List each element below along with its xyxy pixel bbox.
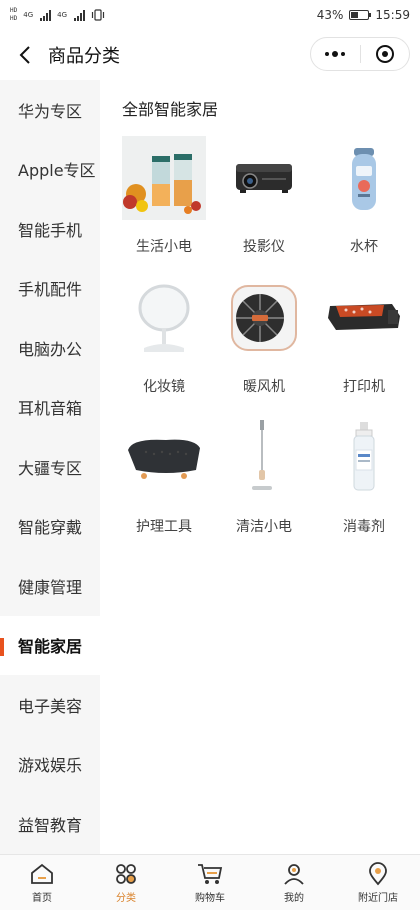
tab-label: 首页	[32, 892, 52, 904]
status-bar: HD HD 4G 4G 43% 15:59	[0, 0, 420, 30]
makeup-mirror-image	[122, 276, 206, 360]
projector-image	[222, 136, 306, 220]
battery-icon	[349, 10, 372, 20]
sidebar-item-smartphones[interactable]: 智能手机	[0, 199, 100, 259]
network-type-1: 4G	[23, 11, 34, 19]
vibrate-icon	[91, 9, 105, 21]
sidebar-item-health[interactable]: 健康管理	[0, 556, 100, 616]
product-name: 护理工具	[136, 519, 192, 535]
product-item[interactable]: 暖风机	[214, 276, 314, 396]
sidebar-item-education[interactable]: 益智教育	[0, 794, 100, 854]
status-right: 43% 15:59	[317, 8, 410, 22]
sidebar-item-beauty[interactable]: 电子美容	[0, 675, 100, 735]
product-item[interactable]: 生活小电	[114, 136, 214, 256]
product-name: 生活小电	[136, 239, 192, 255]
product-name: 打印机	[343, 379, 385, 395]
product-name: 水杯	[350, 239, 378, 255]
more-dots-icon[interactable]	[311, 38, 360, 70]
sidebar-item-apple[interactable]: Apple专区	[0, 140, 100, 200]
battery-percent: 43%	[316, 8, 344, 22]
home-icon	[29, 862, 55, 886]
product-item[interactable]: 清洁小电	[214, 416, 314, 536]
product-name: 暖风机	[243, 379, 285, 395]
section-title: 全部智能家居	[122, 100, 219, 119]
product-name: 清洁小电	[236, 519, 292, 535]
tab-label: 购物车	[195, 892, 225, 904]
heater-image	[222, 276, 306, 360]
product-name: 投影仪	[243, 239, 285, 255]
mini-program-capsule	[310, 37, 410, 71]
tab-cart[interactable]: 购物车	[168, 855, 252, 910]
tab-profile[interactable]: 我的	[252, 855, 336, 910]
product-item[interactable]: 打印机	[314, 276, 414, 396]
sidebar-item-phone-accessories[interactable]: 手机配件	[0, 259, 100, 319]
product-item[interactable]: 消毒剂	[314, 416, 414, 536]
steam-mop-image	[222, 416, 306, 500]
tab-label: 分类	[116, 892, 136, 904]
nav-bar: 商品分类	[0, 30, 420, 80]
printer-image	[322, 276, 406, 360]
target-circle-icon[interactable]	[361, 38, 410, 70]
product-item[interactable]: 化妆镜	[114, 276, 214, 396]
sidebar-item-audio[interactable]: 耳机音箱	[0, 378, 100, 438]
tab-label: 我的	[284, 892, 304, 904]
tab-label: 附近门店	[358, 892, 398, 904]
sidebar-item-gaming[interactable]: 游戏娱乐	[0, 735, 100, 795]
category-sidebar: 华为专区 Apple专区 智能手机 手机配件 电脑办公 耳机音箱 大疆专区 智能…	[0, 80, 100, 854]
product-name: 消毒剂	[343, 519, 385, 535]
product-name: 化妆镜	[143, 379, 185, 395]
sidebar-item-smart-home[interactable]: 智能家居	[0, 615, 100, 675]
location-pin-icon	[365, 861, 391, 886]
tab-category[interactable]: 分类	[84, 855, 168, 910]
hd-indicator: HD HD	[10, 7, 17, 23]
network-type-2: 4G	[57, 11, 68, 19]
tab-bar: 首页 分类 购物车 我的 附近门店	[0, 854, 420, 910]
product-item[interactable]: 投影仪	[214, 136, 314, 256]
sidebar-item-wearables[interactable]: 智能穿戴	[0, 497, 100, 557]
category-grid-icon	[113, 862, 139, 886]
cart-icon	[197, 862, 223, 886]
battery-fill	[351, 12, 359, 18]
water-cup-image	[322, 136, 406, 220]
product-grid: 生活小电 投影仪 水杯 化妆镜 暖风机 打印机 护理工具 清洁小电 消毒剂	[114, 136, 414, 536]
sidebar-item-dji[interactable]: 大疆专区	[0, 437, 100, 497]
disinfectant-bottle-image	[322, 416, 406, 500]
care-tool-image	[122, 416, 206, 500]
product-item[interactable]: 护理工具	[114, 416, 214, 536]
product-item[interactable]: 水杯	[314, 136, 414, 256]
sidebar-item-huawei[interactable]: 华为专区	[0, 80, 100, 140]
tab-home[interactable]: 首页	[0, 855, 84, 910]
sidebar-item-computer-office[interactable]: 电脑办公	[0, 318, 100, 378]
signal-icon-2	[74, 9, 86, 21]
hd-bottom-label: HD	[10, 15, 18, 22]
status-left: HD HD 4G 4G	[10, 7, 105, 23]
tab-nearby-stores[interactable]: 附近门店	[336, 855, 420, 910]
signal-icon	[40, 9, 52, 21]
page-title: 商品分类	[48, 46, 120, 67]
chevron-left-icon[interactable]	[14, 44, 36, 66]
category-content: 全部智能家居 生活小电 投影仪 水杯 化妆镜 暖风机 打印机 护理工具 清洁小电…	[100, 80, 420, 854]
hd-top-label: HD	[10, 7, 18, 14]
clock: 15:59	[375, 8, 410, 22]
user-icon	[281, 862, 307, 886]
blender-image	[122, 136, 206, 220]
